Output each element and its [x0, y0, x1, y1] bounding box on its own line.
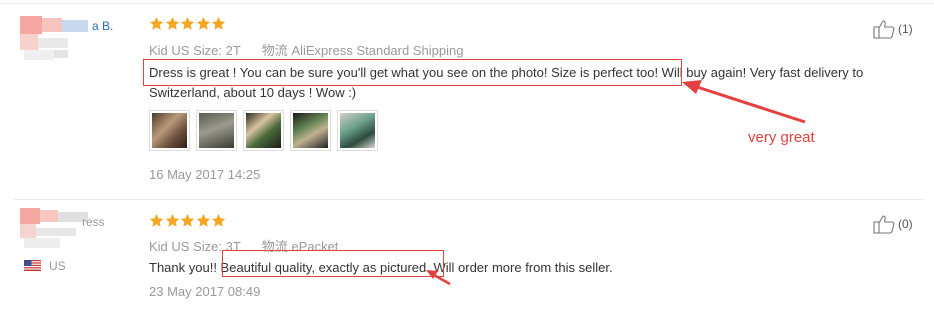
review-photo-thumbnail[interactable] [337, 110, 378, 151]
review-date: 23 May 2017 08:49 [149, 284, 261, 299]
review-photos [149, 110, 378, 151]
review-photo-thumbnail[interactable] [243, 110, 284, 151]
highlight-box [222, 250, 444, 277]
star-icon [165, 16, 179, 30]
order-info: Kid US Size: 2T 物流 AliExpress Standard S… [149, 40, 463, 59]
reviewer-country: US [49, 259, 66, 273]
thumbs-up-icon [873, 20, 895, 39]
reviewer-name[interactable]: ress [82, 215, 105, 229]
review-photo-thumbnail[interactable] [290, 110, 331, 151]
review-item: ress US Kid US Size: 3T 物流 ePacket Thank… [0, 200, 934, 311]
star-icon [149, 213, 164, 227]
rating-stars [149, 213, 227, 229]
helpful-count: (0) [898, 217, 913, 231]
star-icon [180, 16, 195, 30]
star-icon [165, 213, 179, 227]
annotation-label: very great [748, 129, 815, 146]
star-icon [196, 16, 210, 30]
star-icon [196, 213, 210, 227]
size-label: Kid US Size: [149, 239, 222, 254]
star-icon [211, 16, 226, 30]
highlight-box [143, 59, 682, 86]
helpful-count: (1) [898, 22, 913, 36]
rating-stars [149, 16, 227, 32]
shipping-value: AliExpress Standard Shipping [291, 43, 464, 58]
annotation-arrow [426, 270, 451, 286]
annotation-arrow [682, 80, 806, 124]
shipping-label: 物流 [261, 43, 288, 58]
helpful-button[interactable]: (1) [873, 19, 913, 39]
thumbs-up-icon [873, 215, 895, 234]
star-icon [149, 16, 164, 30]
size-label: Kid US Size: [149, 43, 222, 58]
review-date: 16 May 2017 14:25 [149, 167, 261, 182]
reviewer-name[interactable]: a B. [92, 19, 113, 33]
us-flag-icon [24, 260, 41, 271]
helpful-button[interactable]: (0) [873, 214, 913, 234]
review-photo-thumbnail[interactable] [196, 110, 237, 151]
size-value: 2T [225, 43, 241, 58]
reviewer-avatar-blurred [20, 16, 90, 64]
star-icon [211, 213, 226, 227]
star-icon [180, 213, 195, 227]
review-photo-thumbnail[interactable] [149, 110, 190, 151]
